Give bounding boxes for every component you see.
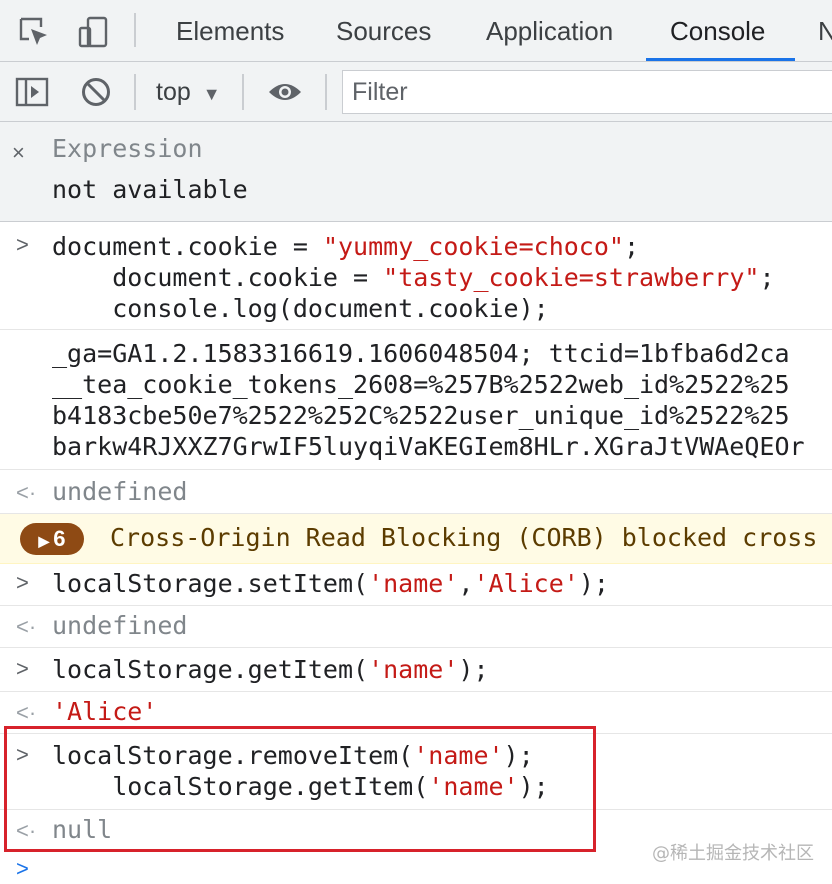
expression-title: Expression: [52, 134, 203, 163]
log-line: b4183cbe50e7%2522%252C%2522user_unique_i…: [52, 401, 790, 430]
console-toolbar: top ▼ Filter: [0, 62, 832, 122]
prompt-caret-icon: >: [16, 742, 29, 767]
log-line: __tea_cookie_tokens_2608=%257B%2522web_i…: [52, 370, 790, 399]
code-line: localStorage.getItem('name');: [52, 772, 549, 801]
warning-count: 6: [53, 526, 66, 551]
console-result-row: <· undefined: [0, 606, 832, 648]
result-value: null: [52, 815, 113, 844]
inspect-element-icon[interactable]: [15, 13, 53, 51]
warning-message: Cross-Origin Read Blocking (CORB) blocke…: [110, 523, 818, 552]
code-line: document.cookie = "yummy_cookie=choco";: [52, 232, 640, 261]
output-arrow-icon: <·: [16, 818, 37, 843]
device-toolbar-icon[interactable]: [74, 13, 112, 51]
log-line: _ga=GA1.2.1583316619.1606048504; ttcid=1…: [52, 339, 790, 368]
code-line: localStorage.removeItem('name');: [52, 741, 534, 770]
watermark: @稀土掘金技术社区: [652, 843, 814, 864]
output-arrow-icon: <·: [16, 700, 37, 725]
code-line: localStorage.getItem('name');: [52, 655, 489, 684]
toolbar-divider: [242, 74, 244, 110]
tab-sources[interactable]: Sources: [336, 0, 431, 62]
console-log-row: _ga=GA1.2.1583316619.1606048504; ttcid=1…: [0, 330, 832, 470]
toolbar-divider: [325, 74, 327, 110]
devtools-tab-bar: Elements Sources Application Console N: [0, 0, 832, 62]
console-warning-row[interactable]: ▶ 6 Cross-Origin Read Blocking (CORB) blo…: [0, 514, 832, 564]
close-icon[interactable]: ×: [12, 140, 25, 166]
context-selector[interactable]: top ▼: [156, 62, 221, 122]
result-value: undefined: [52, 477, 188, 506]
prompt-caret-icon: >: [16, 232, 29, 257]
console-input-row: > document.cookie = "yummy_cookie=choco"…: [0, 222, 832, 330]
warning-count-badge[interactable]: ▶ 6: [20, 523, 84, 555]
expression-value: not available: [52, 175, 248, 204]
code-line: document.cookie = "tasty_cookie=strawber…: [52, 263, 775, 292]
console-input-row: > localStorage.removeItem('name'); local…: [0, 734, 832, 810]
console-result-row: <· undefined: [0, 470, 832, 514]
filter-input[interactable]: Filter: [342, 70, 832, 114]
console-result-row: <· 'Alice': [0, 692, 832, 734]
clear-console-icon[interactable]: [77, 73, 115, 111]
prompt-caret-icon: >: [16, 570, 29, 595]
output-arrow-icon: <·: [16, 614, 37, 639]
eye-icon[interactable]: [266, 73, 304, 111]
prompt-caret-icon: >: [16, 856, 29, 881]
console-input-row: > localStorage.getItem('name');: [0, 648, 832, 692]
chevron-down-icon: ▼: [202, 84, 221, 104]
output-arrow-icon: <·: [16, 480, 37, 505]
tab-console[interactable]: Console: [670, 0, 765, 62]
log-line: barkw4RJXXZ7GrwIF5luyqiVaKEGIem8HLr.XGra…: [52, 432, 805, 461]
tab-elements[interactable]: Elements: [176, 0, 284, 62]
prompt-caret-icon: >: [16, 656, 29, 681]
sidebar-toggle-icon[interactable]: [13, 73, 51, 111]
code-line: localStorage.setItem('name','Alice');: [52, 569, 609, 598]
console-input-row: > localStorage.setItem('name','Alice');: [0, 564, 832, 606]
toolbar-divider: [134, 13, 136, 47]
context-label: top: [156, 78, 191, 106]
tab-application[interactable]: Application: [486, 0, 613, 62]
expand-triangle-icon: ▶: [38, 533, 50, 549]
active-tab-indicator: [646, 58, 795, 61]
result-value: undefined: [52, 611, 188, 640]
tab-network-truncated[interactable]: N: [818, 0, 832, 62]
result-value: 'Alice': [52, 697, 158, 726]
toolbar-divider: [134, 74, 136, 110]
code-line: console.log(document.cookie);: [52, 294, 549, 323]
